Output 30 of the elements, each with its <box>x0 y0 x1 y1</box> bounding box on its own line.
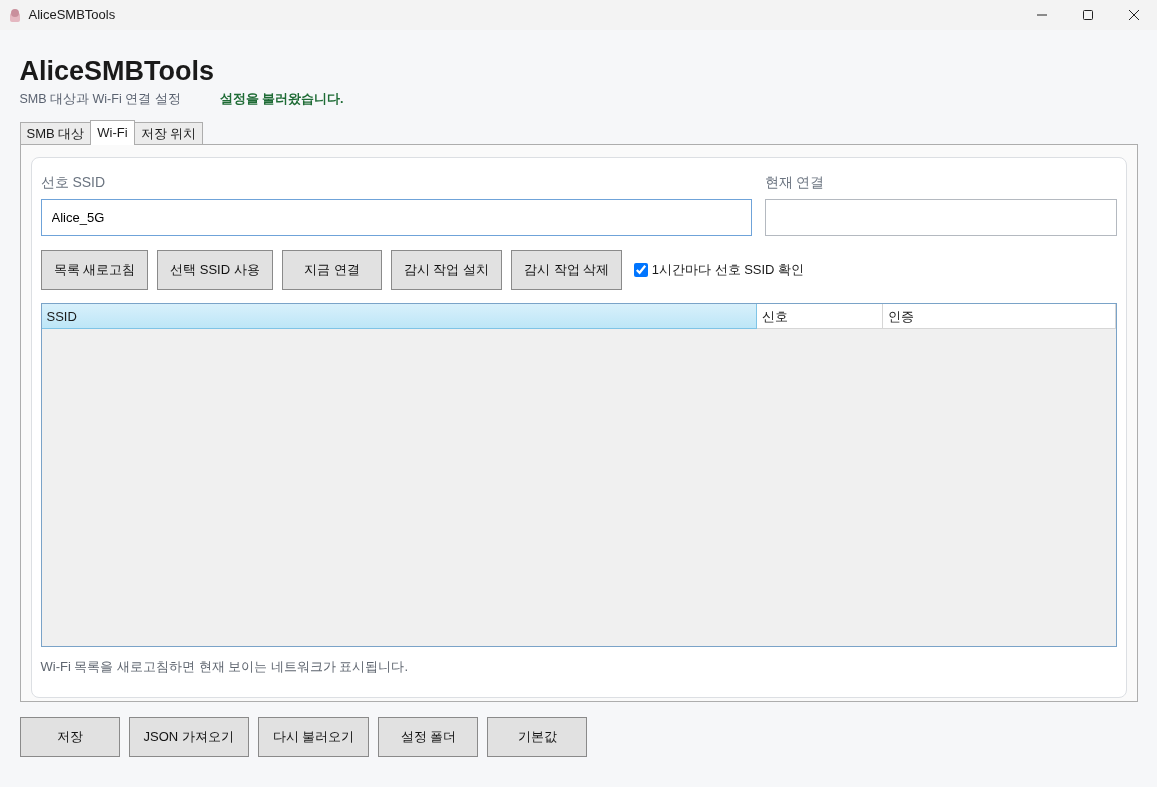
status-message: 설정을 불러왔습니다. <box>219 90 344 108</box>
ssid-field[interactable]: Alice_5G <box>40 199 752 237</box>
tab[interactable]: 저장 위치 <box>133 121 204 144</box>
action-button[interactable]: 감시 작업 설치 <box>390 250 502 291</box>
action-button[interactable]: 감시 작업 삭제 <box>510 250 623 291</box>
footer-button[interactable]: 저장 <box>19 716 120 757</box>
footer-button[interactable]: JSON 가져오기 <box>128 716 249 757</box>
field-label: 선호 SSID <box>40 172 107 192</box>
tab[interactable]: Wi-Fi <box>90 119 135 145</box>
tab[interactable]: SMB 대상 <box>19 121 92 144</box>
checkbox-label: 1시간마다 선호 SSID 확인 <box>651 261 805 280</box>
footer-button[interactable]: 기본값 <box>487 716 588 757</box>
action-button[interactable]: 지금 연결 <box>281 250 382 291</box>
checkbox[interactable] <box>634 263 649 278</box>
maximize-icon[interactable] <box>1082 9 1094 21</box>
hint-text: Wi-Fi 목록을 새로고침하면 현재 보이는 네트워크가 표시됩니다. <box>40 658 410 677</box>
app-icon <box>8 7 22 23</box>
app-title: AliceSMBTools <box>19 57 216 87</box>
action-button[interactable]: 목록 새로고침 <box>40 250 149 291</box>
subtitle: SMB 대상과 Wi-Fi 연결 설정 <box>19 90 181 108</box>
footer-button[interactable]: 다시 불러오기 <box>257 716 370 757</box>
footer-button[interactable]: 설정 폴더 <box>378 716 479 757</box>
connection-field[interactable] <box>764 199 1117 237</box>
column-header[interactable]: SSID <box>41 304 757 330</box>
window-title: AliceSMBTools <box>28 6 116 25</box>
column-header[interactable]: 인증 <box>882 304 1116 330</box>
close-icon[interactable] <box>1128 9 1140 21</box>
action-button[interactable]: 선택 SSID 사용 <box>157 250 273 291</box>
field-label: 현재 연결 <box>764 172 826 192</box>
column-header[interactable]: 신호 <box>756 304 883 330</box>
